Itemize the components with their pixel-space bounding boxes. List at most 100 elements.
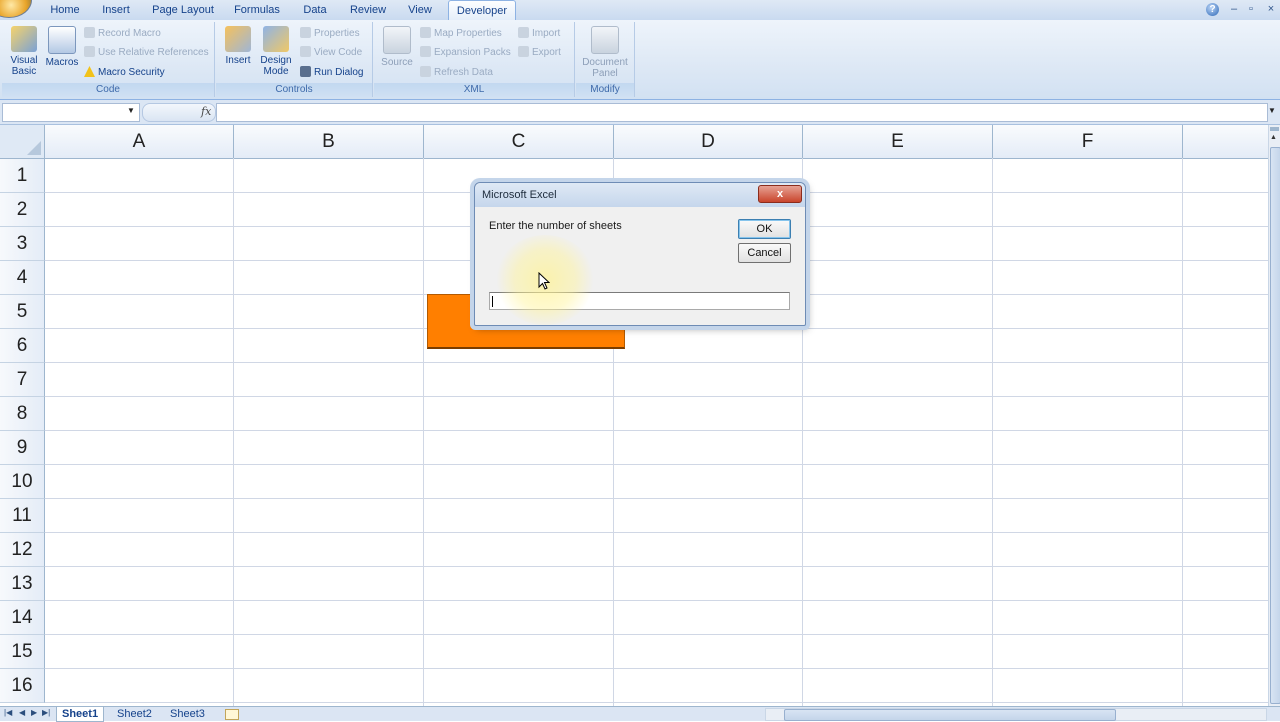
insert-control-button[interactable]: Insert xyxy=(222,26,254,66)
next-sheet-icon[interactable]: ▶ xyxy=(31,708,37,717)
gridline xyxy=(45,498,1268,499)
tab-home[interactable]: Home xyxy=(45,0,85,20)
ribbon: Visual Basic Macros Record Macro Use Rel… xyxy=(0,20,1280,100)
name-box-dropdown-icon[interactable]: ▼ xyxy=(127,106,135,115)
row-header-3[interactable]: 3 xyxy=(0,227,45,261)
scroll-up-icon[interactable]: ▲ xyxy=(1270,134,1277,141)
design-mode-button[interactable]: Design Mode xyxy=(258,26,294,77)
vertical-scrollbar[interactable]: ▲ xyxy=(1268,125,1280,706)
gridline xyxy=(423,158,424,706)
sheet-count-input[interactable] xyxy=(489,292,790,310)
name-box[interactable] xyxy=(2,103,140,122)
row-header-11[interactable]: 11 xyxy=(0,499,45,533)
row-header-8[interactable]: 8 xyxy=(0,397,45,431)
gridline xyxy=(45,532,1268,533)
group-xml: Source Map Properties Expansion Packs Re… xyxy=(374,22,575,97)
tab-page-layout[interactable]: Page Layout xyxy=(150,0,216,20)
expand-formula-bar-icon[interactable]: ▼ xyxy=(1268,106,1276,115)
use-relative-references-button[interactable]: Use Relative References xyxy=(84,45,209,61)
mouse-pointer-icon xyxy=(538,272,550,290)
map-properties-button[interactable]: Map Properties xyxy=(420,26,502,42)
gridline xyxy=(1182,158,1183,706)
tab-insert[interactable]: Insert xyxy=(96,0,136,20)
text-caret xyxy=(492,296,493,307)
column-header-partial[interactable] xyxy=(1183,125,1268,159)
column-header-e[interactable]: E xyxy=(803,125,993,159)
row-header-6[interactable]: 6 xyxy=(0,329,45,363)
tab-data[interactable]: Data xyxy=(298,0,332,20)
ok-button[interactable]: OK xyxy=(738,219,791,239)
select-all-icon xyxy=(27,141,41,155)
row-header-12[interactable]: 12 xyxy=(0,533,45,567)
column-header-c[interactable]: C xyxy=(424,125,614,159)
row-header-15[interactable]: 15 xyxy=(0,635,45,669)
formula-input[interactable] xyxy=(216,103,1268,122)
cancel-button[interactable]: Cancel xyxy=(738,243,791,263)
restore-icon[interactable]: ▫ xyxy=(1244,2,1258,16)
gridline xyxy=(45,430,1268,431)
document-panel-button[interactable]: Document Panel xyxy=(578,26,632,79)
row-header-13[interactable]: 13 xyxy=(0,567,45,601)
sheet-tab-sheet3[interactable]: Sheet3 xyxy=(165,707,210,721)
tab-formulas[interactable]: Formulas xyxy=(229,0,285,20)
row-header-2[interactable]: 2 xyxy=(0,193,45,227)
split-handle[interactable] xyxy=(1270,127,1279,131)
select-all-corner[interactable] xyxy=(0,125,45,159)
row-header-9[interactable]: 9 xyxy=(0,431,45,465)
tab-view[interactable]: View xyxy=(402,0,438,20)
close-icon[interactable]: × xyxy=(1264,2,1278,16)
visual-basic-button[interactable]: Visual Basic xyxy=(4,26,44,77)
insert-sheet-icon[interactable] xyxy=(225,709,239,720)
horizontal-scrollbar[interactable] xyxy=(765,708,1267,721)
row-header-4[interactable]: 4 xyxy=(0,261,45,295)
insert-function-icon[interactable]: fx xyxy=(201,105,211,118)
help-icon[interactable]: ? xyxy=(1206,3,1219,16)
row-header-7[interactable]: 7 xyxy=(0,363,45,397)
group-label-modify: Modify xyxy=(576,83,634,97)
column-header-b[interactable]: B xyxy=(234,125,424,159)
last-sheet-icon[interactable]: ▶| xyxy=(42,708,50,717)
previous-sheet-icon[interactable]: ◀ xyxy=(19,708,25,717)
export-button[interactable]: Export xyxy=(518,45,561,61)
expansion-packs-button[interactable]: Expansion Packs xyxy=(420,45,511,61)
record-macro-button[interactable]: Record Macro xyxy=(84,26,161,42)
tab-developer[interactable]: Developer xyxy=(448,0,516,21)
dialog-titlebar[interactable]: Microsoft Excel x xyxy=(475,183,805,207)
warning-icon xyxy=(84,66,95,77)
import-button[interactable]: Import xyxy=(518,26,560,42)
relative-references-icon xyxy=(84,46,95,57)
dialog-close-icon[interactable]: x xyxy=(758,185,802,203)
minimize-icon[interactable]: – xyxy=(1227,2,1241,16)
macro-security-button[interactable]: Macro Security xyxy=(84,65,165,81)
row-header-5[interactable]: 5 xyxy=(0,295,45,329)
macros-button[interactable]: Macros xyxy=(43,26,81,68)
horizontal-scroll-thumb[interactable] xyxy=(784,709,1116,721)
view-code-button[interactable]: View Code xyxy=(300,45,362,61)
run-dialog-button[interactable]: Run Dialog xyxy=(300,65,363,81)
tab-review[interactable]: Review xyxy=(346,0,390,20)
dialog-prompt: Enter the number of sheets xyxy=(489,220,622,232)
sheet-tab-sheet2[interactable]: Sheet2 xyxy=(112,707,157,721)
properties-button[interactable]: Properties xyxy=(300,26,360,42)
row-header-14[interactable]: 14 xyxy=(0,601,45,635)
row-header-16[interactable]: 16 xyxy=(0,669,45,703)
row-header-1[interactable]: 1 xyxy=(0,159,45,193)
row-header-10[interactable]: 10 xyxy=(0,465,45,499)
column-header-a[interactable]: A xyxy=(45,125,234,159)
group-code: Visual Basic Macros Record Macro Use Rel… xyxy=(2,22,215,97)
insert-control-icon xyxy=(225,26,251,52)
gridline xyxy=(45,600,1268,601)
properties-icon xyxy=(300,27,311,38)
refresh-icon xyxy=(420,66,431,77)
refresh-data-button[interactable]: Refresh Data xyxy=(420,65,493,81)
source-button[interactable]: Source xyxy=(380,26,414,68)
office-button-icon[interactable] xyxy=(0,0,32,18)
gridline xyxy=(45,396,1268,397)
gridline xyxy=(45,566,1268,567)
column-header-f[interactable]: F xyxy=(993,125,1183,159)
expansion-packs-icon xyxy=(420,46,431,57)
column-header-d[interactable]: D xyxy=(614,125,803,159)
first-sheet-icon[interactable]: |◀ xyxy=(4,708,12,717)
vertical-scroll-thumb[interactable] xyxy=(1270,147,1280,704)
export-icon xyxy=(518,46,529,57)
